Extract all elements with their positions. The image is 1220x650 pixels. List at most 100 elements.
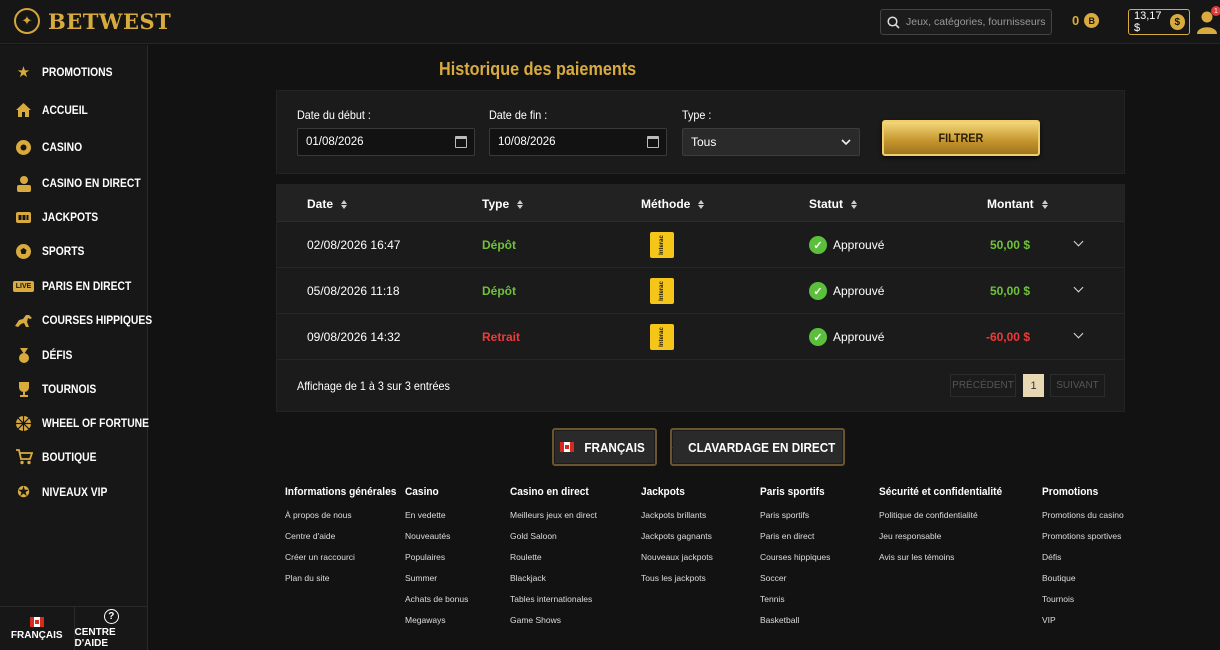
balance-button[interactable]: 13,17 $ $ — [1128, 9, 1190, 35]
footer-link[interactable]: Créer un raccourci — [285, 552, 406, 562]
footer-link[interactable]: Meilleurs jeux en direct — [510, 510, 597, 520]
footer-link[interactable]: VIP — [1042, 615, 1124, 625]
sidebar-item-tournois[interactable]: TOURNOIS — [0, 375, 148, 403]
sidebar-item-paris-live[interactable]: LIVE PARIS EN DIRECT — [0, 272, 148, 300]
footer-heading: Jackpots — [641, 486, 685, 498]
language-switch-button[interactable]: FRANÇAIS — [0, 607, 74, 650]
language-button[interactable]: FRANÇAIS — [552, 428, 657, 466]
chat-bubbles-icon — [672, 446, 673, 448]
filter-button[interactable]: FILTRER — [882, 120, 1040, 156]
live-icon: LIVE — [12, 277, 35, 296]
start-date-label: Date du début : — [297, 108, 371, 122]
brand-logo[interactable]: ✦ BETWEST — [14, 8, 171, 34]
roulette-icon — [14, 138, 33, 157]
footer-link[interactable]: Basketball — [760, 615, 830, 625]
sidebar-item-sports[interactable]: SPORTS — [0, 237, 148, 265]
row-type: Dépôt — [482, 238, 516, 252]
footer-link[interactable]: Promotions sportives — [1042, 531, 1124, 541]
column-header-type[interactable]: Type — [482, 197, 524, 211]
column-header-method[interactable]: Méthode — [641, 197, 705, 211]
footer-link[interactable]: Megaways — [405, 615, 468, 625]
footer-link[interactable]: Gold Saloon — [510, 531, 597, 541]
footer-link[interactable]: À propos de nous — [285, 510, 406, 520]
start-date-field[interactable]: 01/08/2026 — [297, 128, 475, 156]
sidebar-item-jackpots[interactable]: JACKPOTS — [0, 203, 148, 231]
footer-link[interactable]: Populaires — [405, 552, 468, 562]
sidebar-item-label: PARIS EN DIRECT — [42, 279, 132, 293]
footer-link[interactable]: Summer — [405, 573, 468, 583]
bonus-count: 0 — [1072, 13, 1080, 28]
expand-chevron-icon[interactable] — [1073, 282, 1084, 293]
sidebar-item-boutique[interactable]: BOUTIQUE — [0, 443, 148, 471]
footer-column-jackpots: Jackpots Jackpots brillants Jackpots gag… — [641, 486, 713, 594]
method-logo-text: Interac — [659, 235, 665, 255]
footer-link[interactable]: Politique de confidentialité — [879, 510, 1013, 520]
footer-link[interactable]: Plan du site — [285, 573, 406, 583]
row-date: 02/08/2026 16:47 — [307, 238, 401, 252]
help-center-button[interactable]: ? CENTRE D'AIDE — [73, 607, 149, 650]
sidebar-item-wheel-of-fortune[interactable]: WHEEL OF FORTUNE — [0, 409, 149, 437]
footer-link[interactable]: Jeu responsable — [879, 531, 1013, 541]
bonus-coin-icon: B — [1084, 13, 1100, 28]
footer-link[interactable]: Avis sur les témoins — [879, 552, 1013, 562]
footer-link[interactable]: Blackjack — [510, 573, 597, 583]
expand-chevron-icon[interactable] — [1073, 236, 1084, 247]
trophy-icon — [14, 380, 33, 399]
live-chat-button[interactable]: CLAVARDAGE EN DIRECT — [670, 428, 845, 466]
footer-link[interactable]: En vedette — [405, 510, 468, 520]
search-box[interactable] — [880, 9, 1052, 35]
table-row[interactable]: 05/08/2026 11:18 Dépôt Interac ✓ Approuvé… — [277, 268, 1124, 314]
footer-link[interactable]: Roulette — [510, 552, 597, 562]
sidebar-item-defis[interactable]: DÉFIS — [0, 341, 148, 369]
language-button-label: FRANÇAIS — [584, 439, 646, 455]
pagination-page-button[interactable]: 1 — [1023, 374, 1044, 397]
entries-summary: Affichage de 1 à 3 sur 3 entrées — [297, 379, 450, 393]
sidebar-item-vip[interactable]: ✪ NIVEAUX VIP — [0, 478, 148, 506]
sidebar-item-accueil[interactable]: ACCUEIL — [0, 96, 148, 124]
type-select[interactable]: Tous — [682, 128, 860, 156]
footer-link[interactable]: Tournois — [1042, 594, 1124, 604]
interac-logo-icon: Interac — [650, 278, 674, 304]
end-date-field[interactable]: 10/08/2026 — [489, 128, 667, 156]
footer-link[interactable]: Soccer — [760, 573, 830, 583]
sidebar-item-horse-racing[interactable]: COURSES HIPPIQUES — [0, 306, 152, 334]
footer-link[interactable]: Tables internationales — [510, 594, 597, 604]
pagination-next-button[interactable]: SUIVANT — [1050, 374, 1105, 397]
bonus-counter[interactable]: 0 B — [1072, 13, 1100, 28]
footer-link[interactable]: Centre d'aide — [285, 531, 406, 541]
calendar-icon[interactable] — [647, 136, 659, 148]
table-row[interactable]: 09/08/2026 14:32 Retrait Interac ✓ Approu… — [277, 314, 1124, 360]
footer-link[interactable]: Courses hippiques — [760, 552, 830, 562]
filter-panel: Date du début : 01/08/2026 Date de fin :… — [276, 90, 1125, 174]
footer-link[interactable]: Paris en direct — [760, 531, 830, 541]
sidebar-item-casino-live[interactable]: CASINO EN DIRECT — [0, 169, 148, 197]
table-row[interactable]: 02/08/2026 16:47 Dépôt Interac ✓ Approuvé… — [277, 222, 1124, 268]
footer-link[interactable]: Jackpots gagnants — [641, 531, 713, 541]
column-header-date[interactable]: Date — [307, 197, 348, 211]
footer-link[interactable]: Promotions du casino — [1042, 510, 1124, 520]
footer-link[interactable]: Tous les jackpots — [641, 573, 713, 583]
column-header-amount[interactable]: Montant — [987, 197, 1048, 211]
sidebar-item-label: SPORTS — [42, 244, 85, 258]
footer-link[interactable]: Nouveaux jackpots — [641, 552, 713, 562]
search-input[interactable] — [906, 16, 1046, 28]
calendar-icon[interactable] — [455, 136, 467, 148]
footer-link[interactable]: Tennis — [760, 594, 830, 604]
footer-link[interactable]: Game Shows — [510, 615, 597, 625]
pagination-previous-button[interactable]: PRÉCÉDENT — [950, 374, 1016, 397]
canada-flag-icon — [29, 616, 44, 627]
star-icon: ★ — [16, 64, 31, 81]
sidebar-item-promotions[interactable]: ★ PROMOTIONS — [0, 58, 148, 86]
footer-link[interactable]: Achats de bonus — [405, 594, 468, 604]
footer-link[interactable]: Boutique — [1042, 573, 1124, 583]
footer-link[interactable]: Paris sportifs — [760, 510, 830, 520]
start-date-value: 01/08/2026 — [306, 136, 364, 148]
expand-chevron-icon[interactable] — [1073, 328, 1084, 339]
footer-link[interactable]: Défis — [1042, 552, 1124, 562]
column-header-status[interactable]: Statut — [809, 197, 857, 211]
footer-link[interactable]: Nouveautés — [405, 531, 468, 541]
sort-icon — [851, 199, 857, 209]
sidebar-item-casino[interactable]: CASINO — [0, 133, 148, 161]
footer-link[interactable]: Jackpots brillants — [641, 510, 713, 520]
row-type: Dépôt — [482, 284, 516, 298]
